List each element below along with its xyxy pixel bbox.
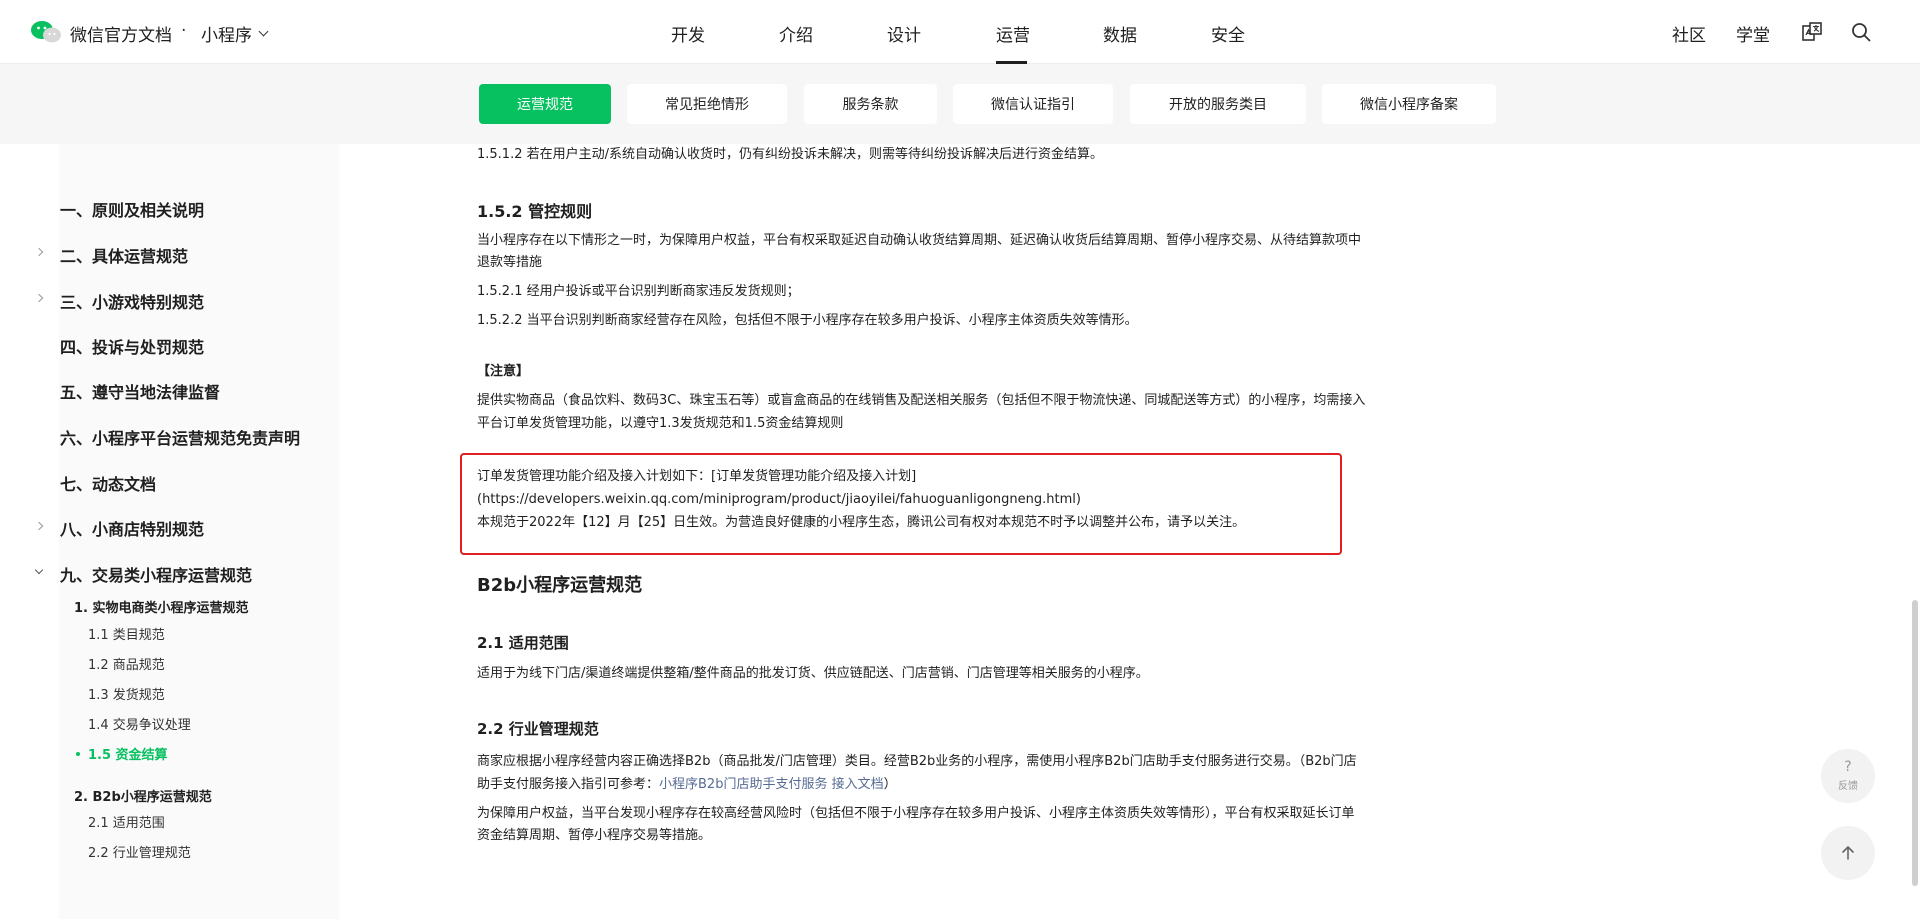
paragraph-22-line4: 资金结算周期、暂停小程序交易等措施。 bbox=[477, 828, 712, 843]
toc-sub-physical-ecommerce[interactable]: 1. 实物电商类小程序运营规范 bbox=[74, 597, 249, 616]
note-line1: 提供实物商品（食品饮料、数码3C、珠宝玉石等）或盲盒商品的在线销售及配送相关服务… bbox=[477, 393, 1366, 408]
paragraph-1521: 1.5.2.1 经用户投诉或平台识别判断商家违反发货规则； bbox=[477, 284, 800, 299]
scrollbar[interactable] bbox=[1912, 600, 1918, 886]
toc-sub-b2b[interactable]: 2. B2b小程序运营规范 bbox=[74, 786, 212, 805]
toc-item-disclaimer[interactable]: 六、小程序平台运营规范免责声明 bbox=[60, 425, 300, 449]
heading-21: 2.1 适用范围 bbox=[477, 634, 569, 652]
paragraph-152-line2: 退款等措施 bbox=[477, 255, 543, 270]
arrow-up-icon bbox=[1842, 846, 1854, 860]
toc-sub-item[interactable]: 2.2 行业管理规范 bbox=[88, 842, 191, 861]
heading-b2b: B2b小程序运营规范 bbox=[477, 575, 643, 596]
paragraph-21: 适用于为线下门店/渠道终端提供整箱/整件商品的批发订货、供应链配送、门店营销、门… bbox=[477, 666, 1149, 681]
nav-item-intro[interactable]: 介绍 bbox=[779, 21, 813, 46]
toc-sub-item[interactable]: 1.2 商品规范 bbox=[88, 654, 165, 673]
community-link[interactable]: 社区 bbox=[1672, 21, 1706, 46]
paragraph-1512: 1.5.1.2 若在用户主动/系统自动确认收货时，仍有纠纷投诉未解决，则需等待纠… bbox=[477, 147, 1103, 162]
toc-sub-item[interactable]: 1.1 类目规范 bbox=[88, 624, 165, 643]
b2b-payment-doc-link[interactable]: 小程序B2b门店助手支付服务 接入文档 bbox=[659, 777, 884, 792]
nav-item-data[interactable]: 数据 bbox=[1103, 21, 1137, 46]
note-line2: 平台订单发货管理功能，以遵守1.3发货规范和1.5资金结算规则 bbox=[477, 416, 844, 431]
chevron-right-icon[interactable] bbox=[34, 521, 44, 531]
subnav-terms-of-service[interactable]: 服务条款 bbox=[804, 84, 937, 124]
toc-item-local-law[interactable]: 五、遵守当地法律监督 bbox=[60, 379, 220, 403]
toc-sub-item[interactable]: 1.3 发货规范 bbox=[88, 684, 165, 703]
feedback-button[interactable]: ? 反馈 bbox=[1821, 749, 1875, 803]
guide-suffix: ） bbox=[883, 777, 897, 792]
toc-sub-item-current[interactable]: 1.5 资金结算 bbox=[88, 744, 168, 763]
current-item-dot-icon bbox=[76, 752, 80, 756]
toc-sub-item[interactable]: 2.1 适用范围 bbox=[88, 812, 165, 831]
paragraph-22-line3: 为保障用户权益，当平台发现小程序存在较高经营风险时（包括但不限于小程序存在较多用… bbox=[477, 806, 1355, 821]
paragraph-1522: 1.5.2.2 当平台识别判断商家经营存在风险，包括但不限于小程序存在较多用户投… bbox=[477, 313, 1138, 328]
subnav-service-categories[interactable]: 开放的服务类目 bbox=[1130, 84, 1306, 124]
toc-item-complaints[interactable]: 四、投诉与处罚规范 bbox=[60, 334, 204, 358]
subnav-operation-rules[interactable]: 运营规范 bbox=[479, 84, 611, 124]
nav-item-operations[interactable]: 运营 bbox=[996, 21, 1030, 46]
toc-item-operation-rules[interactable]: 二、具体运营规范 bbox=[60, 243, 188, 267]
subnav-certification-guide[interactable]: 微信认证指引 bbox=[953, 84, 1113, 124]
search-icon[interactable] bbox=[1849, 20, 1873, 44]
back-to-top-button[interactable] bbox=[1821, 826, 1875, 880]
toc-item-principles[interactable]: 一、原则及相关说明 bbox=[60, 197, 204, 221]
guide-prefix: 助手支付服务接入指引可参考： bbox=[477, 777, 660, 792]
toc-item-transaction[interactable]: 九、交易类小程序运营规范 bbox=[60, 562, 252, 586]
toc-item-dynamic-docs[interactable]: 七、动态文档 bbox=[60, 471, 156, 495]
chevron-right-icon[interactable] bbox=[34, 247, 44, 257]
nav-item-develop[interactable]: 开发 bbox=[671, 21, 705, 46]
note-label: 【注意】 bbox=[477, 364, 530, 379]
academy-link[interactable]: 学堂 bbox=[1736, 21, 1770, 46]
nav-item-security[interactable]: 安全 bbox=[1211, 21, 1245, 46]
paragraph-152-line1: 当小程序存在以下情形之一时，为保障用户权益，平台有权采取延迟自动确认收货结算周期… bbox=[477, 233, 1362, 248]
paragraph-22-line2: 助手支付服务接入指引可参考：小程序B2b门店助手支付服务 接入文档） bbox=[477, 774, 1437, 796]
toc-sub-item[interactable]: 1.4 交易争议处理 bbox=[88, 714, 191, 733]
toc-item-mini-shop[interactable]: 八、小商店特别规范 bbox=[60, 516, 204, 540]
translate-icon[interactable] bbox=[1800, 20, 1824, 44]
heading-22: 2.2 行业管理规范 bbox=[477, 720, 599, 738]
question-icon: ? bbox=[1844, 759, 1852, 775]
highlight-red-box bbox=[460, 453, 1342, 555]
sidebar-toc: 一、原则及相关说明 二、具体运营规范 三、小游戏特别规范 四、投诉与处罚规范 五… bbox=[0, 0, 340, 861]
paragraph-22-line1: 商家应根据小程序经营内容正确选择B2b（商品批发/门店管理）类目。经营B2b业务… bbox=[477, 754, 1357, 769]
toc-item-minigame-rules[interactable]: 三、小游戏特别规范 bbox=[60, 289, 204, 313]
subnav-rejection-cases[interactable]: 常见拒绝情形 bbox=[627, 84, 787, 124]
chevron-down-icon[interactable] bbox=[34, 565, 44, 575]
chevron-right-icon[interactable] bbox=[34, 293, 44, 303]
subnav-filing[interactable]: 微信小程序备案 bbox=[1322, 84, 1496, 124]
feedback-label: 反馈 bbox=[1838, 781, 1858, 792]
heading-152: 1.5.2 管控规则 bbox=[477, 202, 593, 221]
nav-item-design[interactable]: 设计 bbox=[887, 21, 921, 46]
